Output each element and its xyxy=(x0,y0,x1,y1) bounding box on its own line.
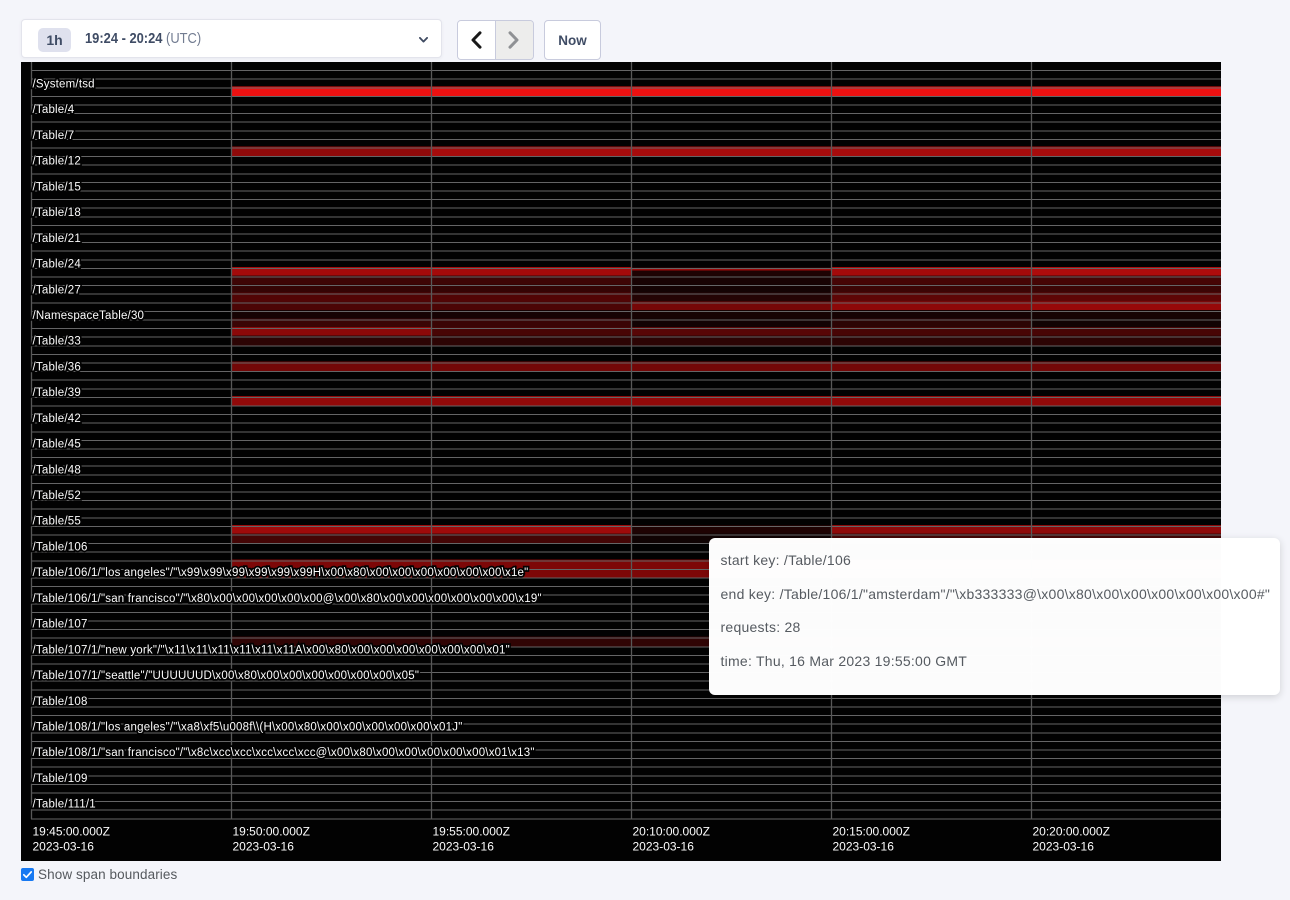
svg-text:19:55:00.000Z: 19:55:00.000Z xyxy=(433,825,510,839)
svg-text:/Table/15: /Table/15 xyxy=(33,181,81,193)
svg-text:/Table/18: /Table/18 xyxy=(33,207,81,219)
svg-text:/NamespaceTable/30: /NamespaceTable/30 xyxy=(33,310,145,322)
svg-text:/Table/33: /Table/33 xyxy=(33,336,81,348)
svg-text:19:45:00.000Z: 19:45:00.000Z xyxy=(33,825,110,839)
svg-text:/Table/27: /Table/27 xyxy=(33,284,81,296)
svg-text:/Table/107: /Table/107 xyxy=(33,619,88,631)
svg-text:/Table/4: /Table/4 xyxy=(33,104,75,116)
svg-text:/Table/36: /Table/36 xyxy=(33,361,81,373)
svg-text:/Table/108/1/"san francisco"/": /Table/108/1/"san francisco"/"\x8c\xcc\x… xyxy=(33,747,535,759)
svg-text:20:15:00.000Z: 20:15:00.000Z xyxy=(833,825,910,839)
svg-text:20:20:00.000Z: 20:20:00.000Z xyxy=(1033,825,1110,839)
svg-text:2023-03-16: 2023-03-16 xyxy=(33,840,95,854)
svg-text:/Table/111/1: /Table/111/1 xyxy=(33,799,96,811)
svg-text:2023-03-16: 2023-03-16 xyxy=(433,840,495,854)
svg-text:/Table/106: /Table/106 xyxy=(33,541,88,553)
svg-text:/Table/7: /Table/7 xyxy=(33,130,75,142)
svg-text:/Table/45: /Table/45 xyxy=(33,439,81,451)
svg-text:/Table/107/1/"seattle"/"UUUUUU: /Table/107/1/"seattle"/"UUUUUUD\x00\x80\… xyxy=(33,670,420,682)
svg-text:/Table/108: /Table/108 xyxy=(33,696,88,708)
svg-text:/Table/108/1/"los angeles"/"\x: /Table/108/1/"los angeles"/"\xa8\xf5\u00… xyxy=(33,722,463,734)
svg-text:/Table/52: /Table/52 xyxy=(33,490,81,502)
svg-text:/Table/24: /Table/24 xyxy=(33,259,82,271)
svg-text:/Table/55: /Table/55 xyxy=(33,516,81,528)
svg-text:/Table/109: /Table/109 xyxy=(33,773,88,785)
svg-text:/Table/107/1/"new york"/"\x11\: /Table/107/1/"new york"/"\x11\x11\x11\x1… xyxy=(33,644,510,656)
svg-text:/Table/39: /Table/39 xyxy=(33,387,81,399)
svg-text:/Table/48: /Table/48 xyxy=(33,464,81,476)
svg-text:/System/tsd: /System/tsd xyxy=(33,79,95,91)
svg-text:2023-03-16: 2023-03-16 xyxy=(1033,840,1095,854)
svg-text:/Table/106/1/"los angeles"/"\x: /Table/106/1/"los angeles"/"\x99\x99\x99… xyxy=(33,567,529,579)
svg-text:/Table/12: /Table/12 xyxy=(33,156,81,168)
svg-text:20:10:00.000Z: 20:10:00.000Z xyxy=(633,825,710,839)
svg-text:2023-03-16: 2023-03-16 xyxy=(233,840,295,854)
svg-text:/Table/42: /Table/42 xyxy=(33,413,81,425)
svg-text:2023-03-16: 2023-03-16 xyxy=(833,840,895,854)
svg-text:/Table/21: /Table/21 xyxy=(33,233,81,245)
svg-text:2023-03-16: 2023-03-16 xyxy=(633,840,695,854)
svg-text:/Table/106/1/"san francisco"/": /Table/106/1/"san francisco"/"\x80\x00\x… xyxy=(33,593,542,605)
svg-text:19:50:00.000Z: 19:50:00.000Z xyxy=(233,825,310,839)
